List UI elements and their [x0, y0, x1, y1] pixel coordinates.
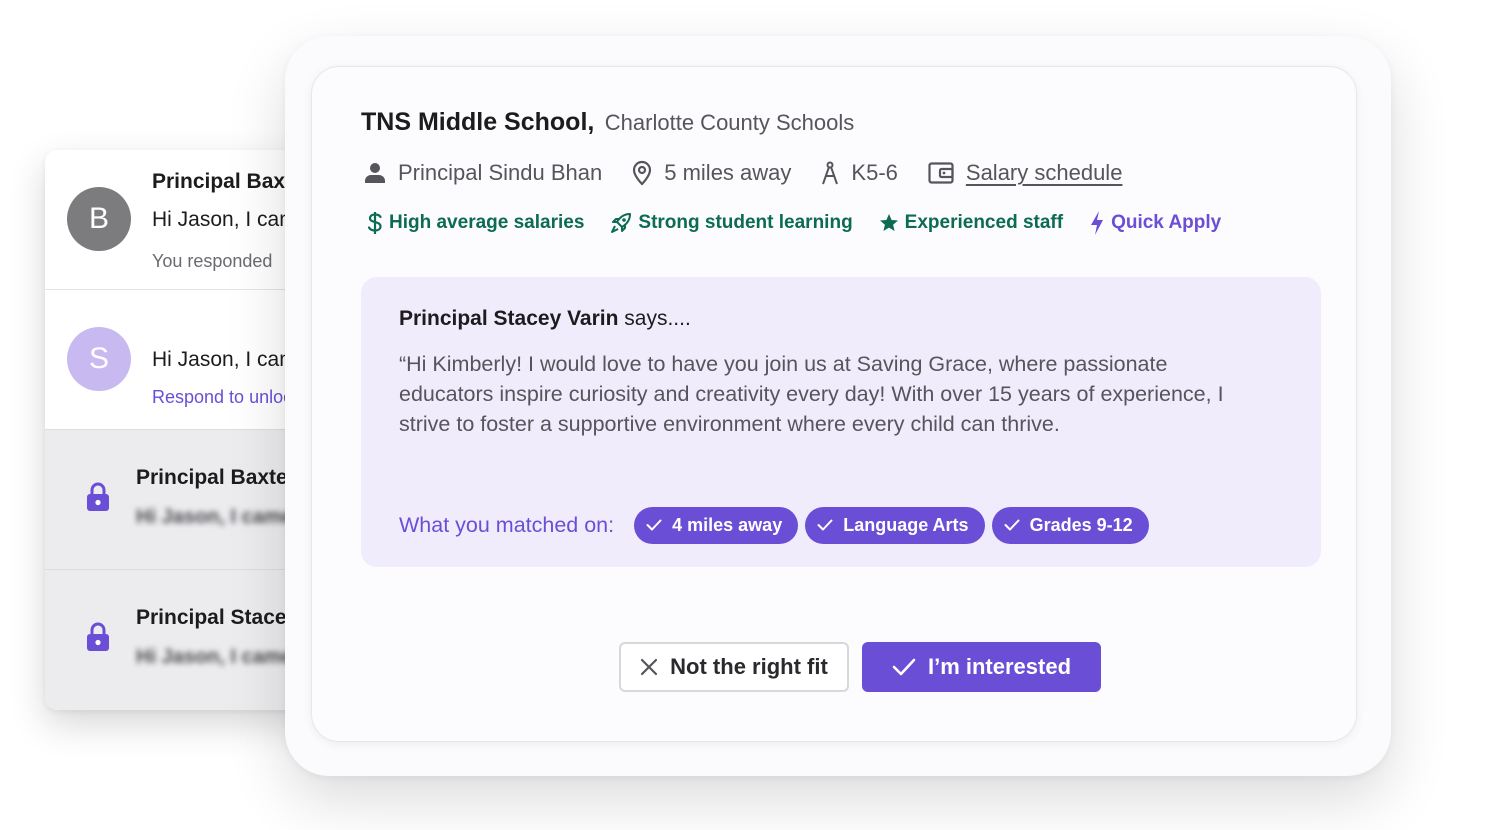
grades-label: K5-6	[851, 160, 898, 185]
not-right-fit-button[interactable]: Not the right fit	[619, 642, 849, 692]
job-title-row: TNS Middle School, Charlotte County Scho…	[361, 108, 854, 137]
sender-name: Principal Baxter	[136, 466, 296, 489]
match-row: What you matched on: 4 miles away Langua…	[399, 506, 1156, 544]
check-icon	[892, 658, 916, 676]
location-pin-icon	[633, 160, 652, 186]
person-icon	[365, 163, 385, 183]
principal-message-box: Principal Stacey Varin says.... “Hi Kimb…	[361, 277, 1321, 567]
avatar: B	[67, 187, 131, 251]
match-chip: Language Arts	[805, 506, 985, 544]
button-label: Not the right fit	[670, 654, 828, 679]
district-name: Charlotte County Schools	[604, 110, 855, 135]
check-icon	[817, 519, 833, 531]
check-icon	[1004, 519, 1020, 531]
dollar-icon	[367, 212, 382, 234]
match-chip-label: Language Arts	[843, 514, 969, 535]
grades-info: K5-6	[821, 160, 898, 186]
interested-button[interactable]: I’m interested	[862, 642, 1101, 692]
stage: B Principal Baxter Hi Jason, I came acro…	[0, 0, 1502, 830]
check-icon	[646, 519, 662, 531]
compass-icon	[822, 161, 839, 185]
distance-info: 5 miles away	[632, 160, 791, 186]
principal-info: Principal Sindu Bhan	[364, 160, 602, 186]
match-chip-label: 4 miles away	[672, 514, 783, 535]
tag-strong-learning: Strong student learning	[610, 212, 853, 234]
button-label: I’m interested	[927, 654, 1072, 679]
says-suffix: says....	[618, 307, 691, 330]
highlight-tags: High average salaries Strong student lea…	[367, 209, 1247, 237]
close-icon	[641, 658, 658, 676]
job-meta-row: Principal Sindu Bhan 5 miles away K5-6 S…	[364, 157, 1152, 189]
lock-icon	[87, 482, 109, 511]
distance-label: 5 miles away	[664, 160, 792, 185]
avatar: S	[67, 327, 131, 391]
salary-info[interactable]: Salary schedule	[928, 160, 1123, 186]
tag-label: Strong student learning	[638, 212, 853, 233]
tag-high-salaries: High average salaries	[367, 211, 584, 235]
tag-label: Experienced staff	[904, 212, 1064, 233]
match-chip: 4 miles away	[634, 506, 799, 544]
match-chip-label: Grades 9-12	[1029, 514, 1133, 535]
rocket-icon	[611, 213, 632, 233]
salary-schedule-link[interactable]: Salary schedule	[966, 160, 1123, 186]
tag-experienced-staff: Experienced staff	[879, 212, 1063, 234]
lock-icon	[87, 622, 109, 651]
wallet-icon	[928, 162, 954, 184]
principal-name: Principal Sindu Bhan	[398, 160, 603, 185]
tag-label: Quick Apply	[1111, 212, 1222, 233]
job-card: TNS Middle School, Charlotte County Scho…	[311, 66, 1357, 742]
star-icon	[879, 214, 898, 231]
tag-label: High average salaries	[389, 212, 585, 233]
match-chip: Grades 9-12	[991, 506, 1149, 544]
school-name: TNS Middle School,	[361, 108, 595, 136]
message-status: You responded	[152, 251, 273, 271]
match-label: What you matched on:	[399, 512, 615, 537]
tag-quick-apply: Quick Apply	[1089, 210, 1221, 236]
lightning-icon	[1091, 211, 1104, 235]
speaker-line: Principal Stacey Varin says....	[399, 307, 691, 331]
respond-link[interactable]: Respond to unlock	[152, 387, 301, 408]
speaker-name: Principal Stacey Varin	[399, 307, 619, 330]
principal-quote: “Hi Kimberly! I would love to have you j…	[399, 352, 1224, 436]
sender-name: Principal Stacey	[136, 606, 299, 629]
